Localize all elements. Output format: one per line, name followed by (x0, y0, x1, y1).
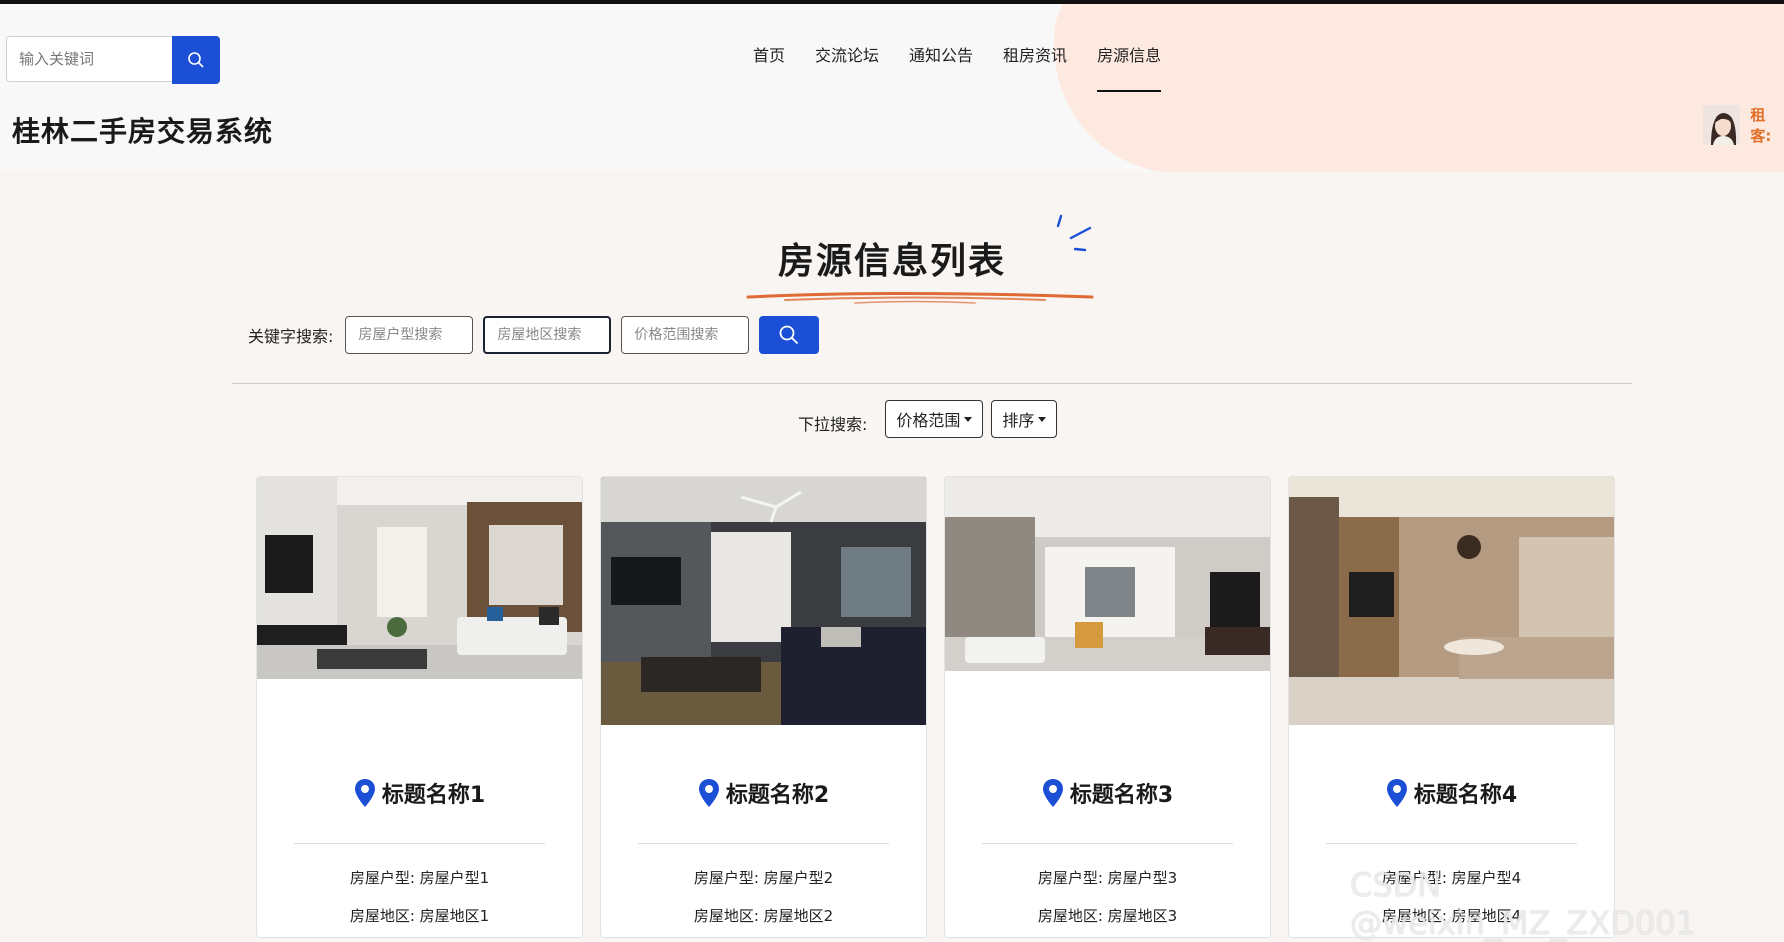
search-icon (780, 325, 799, 345)
keyword-filter-label: 关键字搜索: (248, 327, 334, 346)
listing-title[interactable]: 标题名称2 (601, 777, 926, 809)
listing-area: 房屋地区: 房屋地区1 (349, 907, 490, 925)
listing-house-type: 房屋户型: 房屋户型2 (693, 869, 834, 887)
listing-photo[interactable] (601, 477, 926, 725)
price-range-dropdown[interactable]: 价格范围 (885, 400, 984, 438)
house-area-search-input[interactable] (483, 316, 612, 354)
chevron-down-icon (1038, 416, 1047, 422)
title-sparkle-decoration (1056, 214, 1092, 252)
nav-listings[interactable]: 房源信息 (1082, 44, 1176, 92)
price-range-dropdown-label: 价格范围 (896, 411, 961, 430)
listing-photo[interactable] (945, 477, 1270, 671)
keyword-filter-row: 关键字搜索: (248, 316, 820, 354)
house-type-search-input[interactable] (345, 316, 474, 354)
listing-title-text: 标题名称3 (1069, 783, 1174, 808)
username[interactable]: 租客: (1750, 104, 1784, 146)
sort-dropdown-label: 排序 (1002, 411, 1035, 430)
page-title: 房源信息列表 (777, 241, 1006, 282)
location-pin-icon (1386, 779, 1407, 807)
user-menu[interactable]: 租客: (1703, 104, 1784, 146)
card-divider (982, 843, 1233, 844)
listing-title[interactable]: 标题名称3 (945, 777, 1270, 809)
chevron-down-icon (964, 416, 973, 422)
nav-forum[interactable]: 交流论坛 (800, 44, 894, 92)
listing-title-text: 标题名称2 (725, 783, 830, 808)
price-range-search-input[interactable] (621, 316, 750, 354)
listing-title[interactable]: 标题名称4 (1289, 777, 1614, 809)
site-header: 桂林二手房交易系统 首页 交流论坛 通知公告 租房资讯 房源信息 租客: (0, 4, 1784, 172)
listing-title-text: 标题名称1 (381, 783, 486, 808)
dropdown-filter-label: 下拉搜索: (798, 415, 868, 434)
search-icon (188, 52, 204, 68)
listing-photo[interactable] (257, 477, 582, 679)
location-pin-icon (1042, 779, 1063, 807)
nav-notice[interactable]: 通知公告 (894, 44, 988, 92)
listing-card[interactable]: 标题名称2 房屋户型: 房屋户型2 房屋地区: 房屋地区2 (600, 476, 927, 938)
title-underline-decoration (746, 292, 1094, 304)
listing-area: 房屋地区: 房屋地区3 (1037, 907, 1178, 925)
listing-card[interactable]: 标题名称1 房屋户型: 房屋户型1 房屋地区: 房屋地区1 (256, 476, 583, 938)
header-search-input[interactable] (6, 36, 172, 82)
listing-area: 房屋地区: 房屋地区2 (693, 907, 834, 925)
filter-search-button[interactable] (759, 316, 820, 354)
header-search (6, 36, 220, 84)
listing-title-text: 标题名称4 (1413, 783, 1518, 808)
location-pin-icon (698, 779, 719, 807)
card-divider (294, 843, 545, 844)
listing-photo[interactable] (1289, 477, 1614, 725)
sort-dropdown[interactable]: 排序 (991, 400, 1058, 438)
header-search-button[interactable] (172, 36, 220, 84)
main-nav: 首页 交流论坛 通知公告 租房资讯 房源信息 (738, 44, 1176, 92)
location-pin-icon (354, 779, 375, 807)
watermark: CSDN @weixin_MZ_ZXD001 (1350, 866, 1696, 942)
listing-house-type: 房屋户型: 房屋户型1 (349, 869, 490, 887)
site-title: 桂林二手房交易系统 (12, 115, 274, 148)
card-divider (1326, 843, 1577, 844)
dropdown-filter-row: 下拉搜索: 价格范围 排序 (798, 400, 1065, 438)
filter-divider (232, 383, 1632, 384)
nav-rent-news[interactable]: 租房资讯 (988, 44, 1082, 92)
avatar-image (1703, 105, 1741, 145)
avatar[interactable] (1703, 105, 1741, 145)
card-divider (638, 843, 889, 844)
listing-house-type: 房屋户型: 房屋户型3 (1037, 869, 1178, 887)
listing-card[interactable]: 标题名称3 房屋户型: 房屋户型3 房屋地区: 房屋地区3 (944, 476, 1271, 938)
nav-home[interactable]: 首页 (738, 44, 800, 92)
listing-title[interactable]: 标题名称1 (257, 777, 582, 809)
